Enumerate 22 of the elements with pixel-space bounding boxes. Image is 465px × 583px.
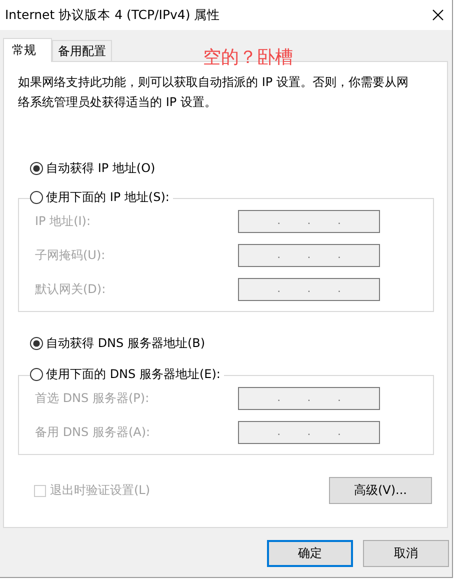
field-label: 首选 DNS 服务器(P):: [35, 390, 150, 407]
field-label: 备用 DNS 服务器(A):: [35, 424, 150, 441]
radio-selected[interactable]: [30, 337, 43, 350]
dialog-button[interactable]: 确定: [267, 540, 353, 567]
advanced-button[interactable]: 高级(V)...: [329, 477, 432, 504]
field-label: IP 地址(I):: [35, 213, 91, 230]
radio-button[interactable]: [30, 368, 43, 381]
radio-selected[interactable]: [30, 162, 43, 175]
radio-label[interactable]: 使用下面的 DNS 服务器地址(E):: [46, 366, 220, 383]
annotation-text: 空的？卧槽: [203, 46, 293, 69]
field-label: 默认网关(D):: [35, 281, 106, 298]
tab[interactable]: 常规: [3, 38, 52, 62]
description-text: 如果网络支持此功能，则可以获取自动指派的 IP 设置。否则，你需要从网络系统管理员处获得适当的 IP 设置。: [18, 74, 410, 111]
radio-label[interactable]: 自动获得 IP 地址(O): [46, 160, 156, 177]
radio-label[interactable]: 自动获得 DNS 服务器地址(B): [46, 335, 206, 352]
radio-label[interactable]: 使用下面的 IP 地址(S):: [46, 189, 170, 206]
field-label: 子网掩码(U):: [35, 247, 106, 264]
dialog-button[interactable]: 取消: [363, 540, 449, 567]
tab[interactable]: 备用配置: [52, 40, 112, 61]
radio-button[interactable]: [30, 191, 43, 204]
close-icon[interactable]: [432, 9, 444, 21]
window-title: Internet 协议版本 4 (TCP/IPv4) 属性: [5, 6, 220, 24]
